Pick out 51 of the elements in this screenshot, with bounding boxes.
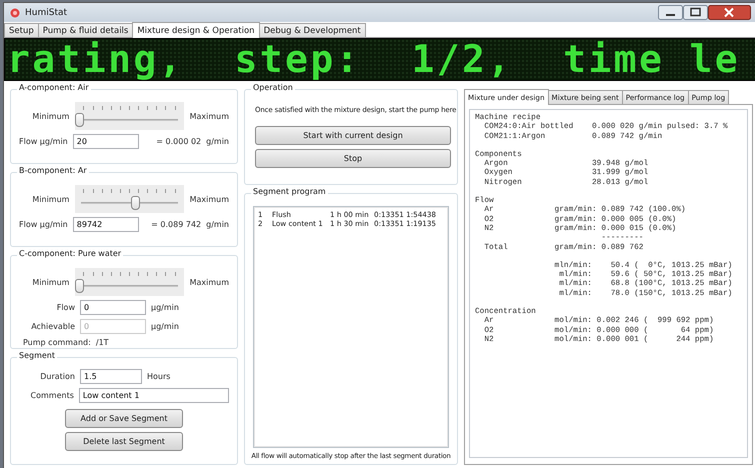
group-title: A-component: Air [17, 83, 91, 92]
unit-label: g/min [206, 137, 229, 146]
close-icon[interactable] [708, 5, 751, 20]
tab[interactable]: Pump & fluid details [38, 23, 134, 37]
minimize-icon[interactable] [658, 5, 683, 20]
slider-track[interactable] [75, 268, 184, 296]
group-title: Operation [251, 83, 295, 92]
unit-label: µg/min [151, 322, 179, 331]
led-display-text: rating, step: 1/2, time le [6, 39, 740, 80]
achievable-label: Achievable [30, 322, 75, 331]
comments-input[interactable]: Low content 1 [78, 388, 229, 403]
unit-label: g/min [206, 220, 229, 229]
flow-label: Flow µg/min [19, 220, 68, 229]
tab[interactable]: Mixture design & Operation [132, 22, 260, 38]
flow-input[interactable]: 0 [80, 300, 146, 315]
flow-label: Flow µg/min [19, 137, 68, 146]
slider-max-label: Maximum [190, 194, 229, 204]
slider-thumb[interactable] [75, 279, 84, 293]
segment-button[interactable]: Add or Save Segment [65, 409, 183, 428]
tab[interactable]: Setup [4, 23, 39, 37]
group-title: C-component: Pure water [17, 249, 124, 258]
flow-input[interactable]: 20 [72, 134, 139, 149]
maximize-icon[interactable] [683, 5, 708, 20]
group-title: Segment [17, 351, 57, 360]
flow-equivalent: = 0.089 742 [150, 220, 202, 229]
duration-input[interactable]: 1.5 [80, 369, 142, 384]
slider-min-label: Minimum [31, 278, 70, 286]
slider-track[interactable] [75, 185, 184, 213]
flow-input[interactable]: 89742 [72, 217, 139, 232]
group-title: B-component: Ar [17, 166, 89, 175]
flow-label: Flow [56, 303, 75, 312]
unit-label: µg/min [151, 303, 179, 312]
slider-thumb[interactable] [75, 113, 84, 127]
operation-button[interactable]: Stop [255, 149, 451, 168]
slider-max-label: Maximum [190, 112, 229, 120]
window-title: HumiStat [25, 8, 68, 18]
segment-button[interactable]: Delete last Segment [65, 432, 183, 451]
slider-max-label: Maximum [190, 278, 229, 286]
slider-min-label: Minimum [31, 112, 70, 120]
operation-button[interactable]: Start with current design [255, 126, 451, 145]
slider-min-label: Minimum [31, 194, 70, 204]
comments-label: Comments [30, 391, 74, 400]
app-icon [10, 8, 20, 18]
pump-command: Pump command: /1T [22, 338, 110, 347]
group-title: Segment program [251, 187, 328, 196]
slider-thumb[interactable] [130, 196, 140, 210]
tab[interactable]: Debug & Development [258, 23, 366, 37]
duration-label: Duration [39, 372, 75, 381]
flow-equivalent: = 0.000 02 [155, 137, 202, 146]
slider-track[interactable] [75, 102, 184, 130]
unit-label: Hours [147, 372, 170, 381]
